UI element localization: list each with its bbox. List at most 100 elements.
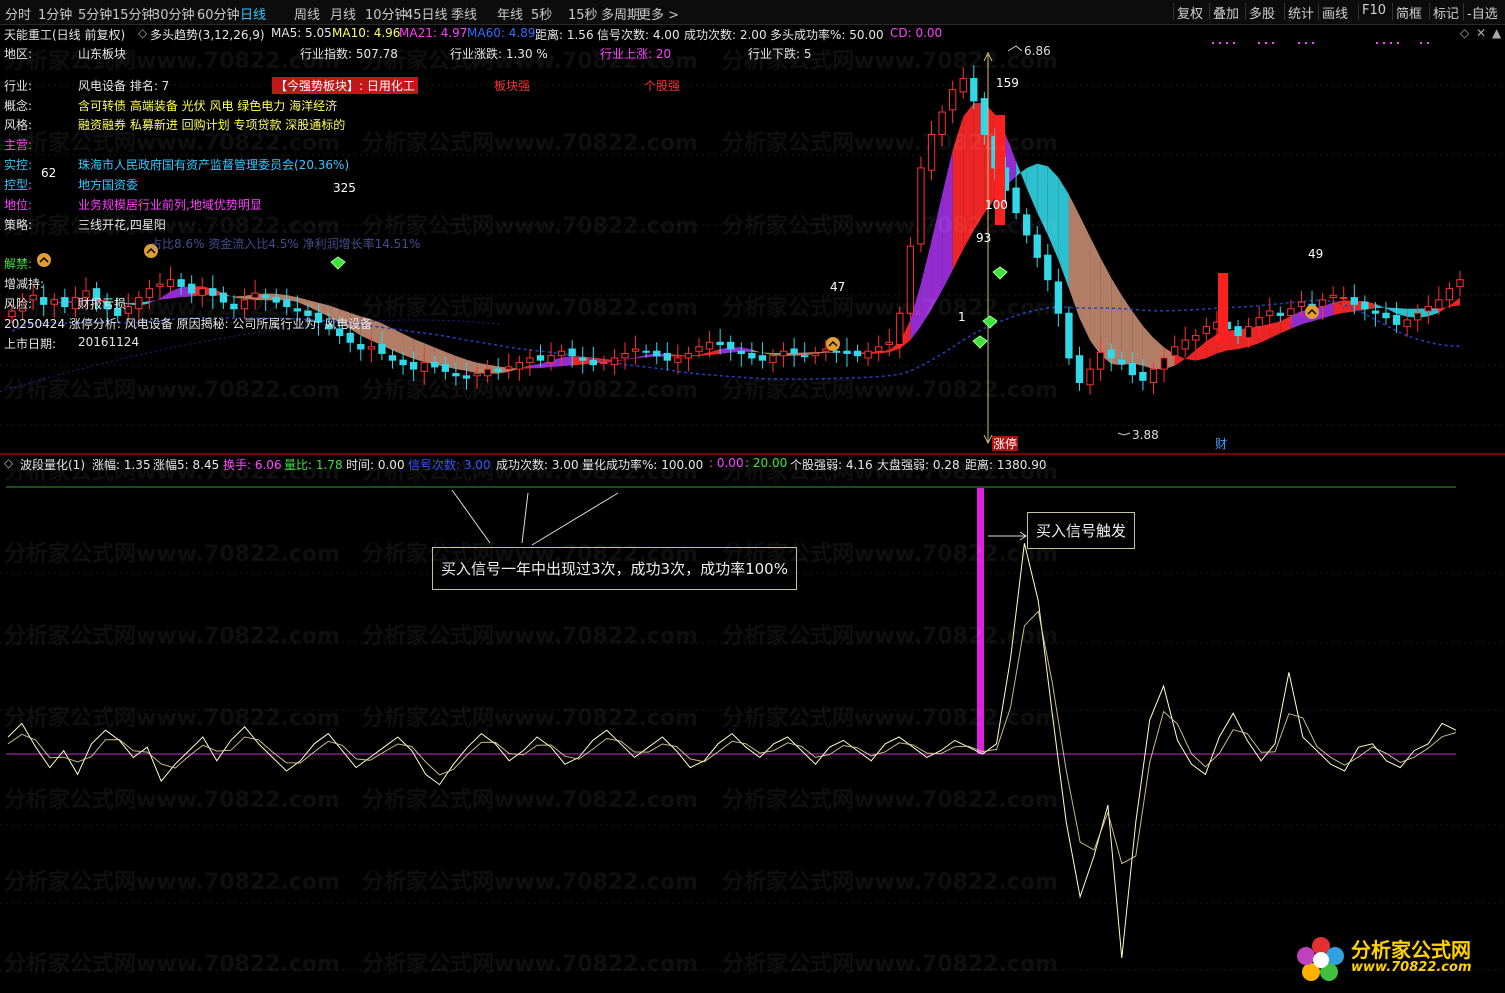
watermark-text: 分析家公式网www.70822.com <box>722 43 1058 75</box>
period-tab-6[interactable]: 日线 <box>240 4 266 23</box>
rebound-candle <box>1218 273 1228 343</box>
candle-body <box>950 90 956 110</box>
toolbar-button-1[interactable]: 叠加 <box>1209 3 1242 20</box>
listing-date-label: 上市日期: <box>4 335 56 352</box>
candle-body <box>1341 298 1347 299</box>
period-tab-15[interactable]: 多周期 <box>601 4 640 23</box>
period-tab-5[interactable]: 60分钟 <box>197 4 240 23</box>
watermark-text: 分析家公式网www.70822.com <box>362 618 698 650</box>
period-tab-8[interactable]: 月线 <box>330 4 356 23</box>
site-logo: 分析家公式网 www.70822.com <box>1293 932 1493 982</box>
candle-body <box>347 333 353 342</box>
watermark-text: 分析家公式网www.70822.com <box>4 454 340 486</box>
close-icon[interactable]: ✕ <box>1476 26 1486 40</box>
period-tab-10[interactable]: 45日线 <box>405 4 448 23</box>
toolbar-button-8[interactable]: -自选 <box>1463 3 1501 20</box>
toolbar-button-3[interactable]: 统计 <box>1284 3 1317 20</box>
diamond-icon[interactable]: ◇ <box>1460 26 1469 40</box>
candle-body <box>876 347 882 351</box>
period-tab-7[interactable]: 周线 <box>294 4 320 23</box>
candle-body <box>167 280 173 287</box>
toolbar-button-2[interactable]: 多股 <box>1245 3 1278 20</box>
period-tab-12[interactable]: 年线 <box>497 4 523 23</box>
period-tab-14[interactable]: 15秒 <box>568 4 598 23</box>
period-tab-13[interactable]: 5秒 <box>531 4 552 23</box>
header-field-9: 多头成功率%: 50.00 <box>770 26 884 43</box>
period-tab-16[interactable]: 更多 > <box>638 4 679 23</box>
watermark-text: 分析家公式网www.70822.com <box>362 946 698 978</box>
candle-body <box>770 356 776 363</box>
header-field-5: MA60: 4.89 <box>467 26 535 40</box>
ma-ribbon-segment <box>456 356 467 371</box>
candle-body <box>1066 313 1072 358</box>
marker-dot <box>1305 42 1307 44</box>
ma-ribbon-segment <box>1090 237 1101 355</box>
watermark-text: 分析家公式网www.70822.com <box>4 290 340 322</box>
candle-body <box>886 342 892 344</box>
period-tab-1[interactable]: 1分钟 <box>38 4 72 23</box>
candle-body <box>558 351 564 355</box>
period-tab-11[interactable]: 季线 <box>451 4 477 23</box>
candle-body <box>1087 369 1093 385</box>
ma-ribbon-segment <box>752 349 763 353</box>
candle-body <box>971 79 977 101</box>
collapse-icon[interactable]: ▲ <box>1492 26 1501 40</box>
period-tab-9[interactable]: 10分钟 <box>365 4 408 23</box>
period-tab-3[interactable]: 15分钟 <box>112 4 155 23</box>
marker-dot <box>1233 42 1235 44</box>
watermark-text: 分析家公式网www.70822.com <box>362 43 698 75</box>
candle-body <box>379 345 385 354</box>
candle-body <box>389 356 395 360</box>
toolbar-button-0[interactable]: 复权 <box>1173 3 1206 20</box>
watermark-text: 分析家公式网www.70822.com <box>362 864 698 896</box>
candle-body <box>580 358 586 360</box>
candle-body <box>1277 313 1283 315</box>
ma-ribbon-segment <box>699 352 710 356</box>
up-circle-icon <box>1305 305 1319 319</box>
ma-ribbon-segment <box>1206 334 1217 358</box>
watermark-text: 分析家公式网www.70822.com <box>722 618 1058 650</box>
watermark-text: 分析家公式网www.70822.com <box>722 208 1058 240</box>
marker-dot <box>1397 42 1399 44</box>
candle-body <box>1351 298 1357 305</box>
marker-dot <box>1390 42 1392 44</box>
candle-body <box>506 367 512 369</box>
buy-diamond-icon <box>331 257 345 269</box>
industry-value: 风电设备 排名: 7 <box>78 77 169 94</box>
candle-body <box>1203 327 1209 334</box>
candle-body <box>1108 350 1114 358</box>
marker-dot <box>1258 42 1260 44</box>
candle-body <box>590 360 596 364</box>
period-tab-2[interactable]: 5分钟 <box>78 4 112 23</box>
header-field-3: MA10: 4.96 <box>332 26 400 40</box>
count-label-325: 325 <box>333 181 356 195</box>
strong-sector-tag: 【今强势板块】: 日用化工 <box>272 77 418 94</box>
candle-body <box>421 362 427 371</box>
ma-ribbon-segment <box>1280 316 1291 333</box>
ma-ribbon-segment <box>424 343 435 364</box>
candle-body <box>442 365 448 372</box>
watermark-text: 分析家公式网www.70822.com <box>4 372 340 404</box>
sector-strong-label: 板块强 <box>494 77 530 94</box>
period-tab-0[interactable]: 分时 <box>5 4 31 23</box>
controller-label: 实控: <box>4 156 32 173</box>
candle-body <box>1404 320 1410 327</box>
candle-body <box>368 347 374 349</box>
candle-body <box>844 351 850 353</box>
period-tab-4[interactable]: 30分钟 <box>152 4 195 23</box>
watermark-text: 分析家公式网www.70822.com <box>4 700 340 732</box>
settings-icon[interactable]: ◇ <box>138 26 147 40</box>
candle-body <box>622 353 628 357</box>
toolbar-button-4[interactable]: 画线 <box>1318 3 1351 20</box>
toolbar-button-6[interactable]: 简框 <box>1392 3 1425 20</box>
candle-body <box>696 347 702 351</box>
toolbar-button-7[interactable]: 标记 <box>1429 3 1462 20</box>
toolbar-button-5[interactable]: F10 <box>1358 3 1389 20</box>
candle-body <box>780 351 786 355</box>
watermark-text: 分析家公式网www.70822.com <box>4 536 340 568</box>
ma-ribbon-segment <box>1270 321 1281 338</box>
candle-body <box>432 362 438 366</box>
candle-body <box>728 342 734 349</box>
concept-label: 概念: <box>4 97 32 114</box>
candle-body <box>833 351 839 352</box>
